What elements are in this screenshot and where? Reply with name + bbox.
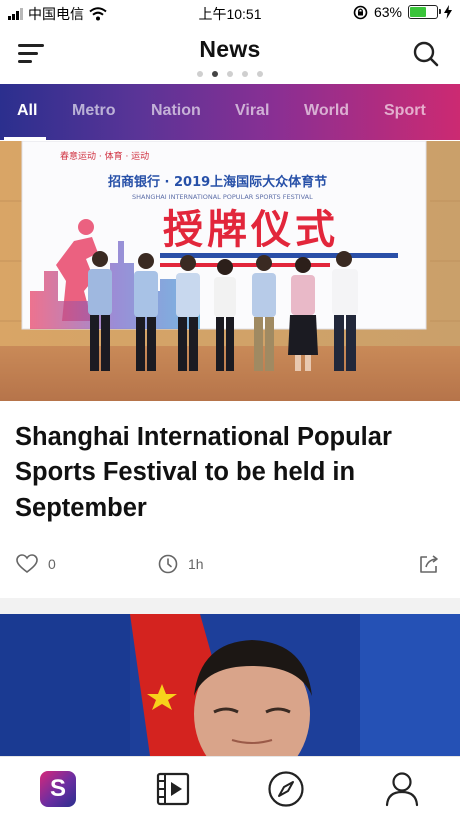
app-header: News xyxy=(0,26,460,84)
tab-all[interactable]: All xyxy=(17,84,37,140)
article-image-next[interactable] xyxy=(0,614,460,756)
page-dot xyxy=(227,71,233,77)
card-separator xyxy=(0,598,460,614)
press-conference-photo xyxy=(0,614,460,756)
banner-top-line: 招商银行 · 2019上海国际大众体育节 xyxy=(108,174,327,190)
banner-sponsor-text: 春意运动 · 体育 · 运动 xyxy=(60,150,149,162)
tab-nation[interactable]: Nation xyxy=(151,84,201,140)
share-icon xyxy=(420,555,438,573)
article-headline[interactable]: Shanghai International Popular Sports Fe… xyxy=(15,420,445,526)
nav-discover[interactable] xyxy=(266,769,306,809)
share-button[interactable] xyxy=(418,554,440,577)
page-indicator xyxy=(0,71,460,77)
page-dot-active xyxy=(212,71,218,77)
like-button[interactable]: 0 xyxy=(16,554,56,574)
battery-icon xyxy=(408,5,441,19)
clock-icon xyxy=(158,554,178,574)
search-icon xyxy=(413,41,439,67)
active-tab-indicator xyxy=(4,137,46,140)
ceremony-photo: 春意运动 · 体育 · 运动 招商银行 · 2019上海国际大众体育节 SHAN… xyxy=(0,141,460,401)
tab-world[interactable]: World xyxy=(304,84,349,140)
app-logo-icon: S xyxy=(40,771,76,807)
battery-percent: 63% xyxy=(373,4,402,20)
heart-icon xyxy=(16,554,38,574)
tab-sport[interactable]: Sport xyxy=(384,84,426,140)
category-tabs: All Metro Nation Viral World Sport xyxy=(0,84,460,140)
status-bar: 中国电信 上午10:51 63% xyxy=(0,0,460,26)
tab-metro[interactable]: Metro xyxy=(72,84,116,140)
search-button[interactable] xyxy=(412,40,440,68)
bottom-nav: S xyxy=(0,756,460,818)
page-dot xyxy=(242,71,248,77)
video-icon xyxy=(156,772,190,806)
compass-icon xyxy=(268,771,304,807)
publish-time: 1h xyxy=(158,554,204,574)
like-count: 0 xyxy=(48,556,56,572)
rotation-lock-icon xyxy=(353,5,368,19)
time-ago: 1h xyxy=(188,556,204,572)
nav-video[interactable] xyxy=(153,769,193,809)
banner-main-text: 授牌仪式 xyxy=(163,207,339,253)
article-image[interactable]: 春意运动 · 体育 · 运动 招商银行 · 2019上海国际大众体育节 SHAN… xyxy=(0,141,460,401)
nav-home[interactable]: S xyxy=(38,769,78,809)
article-meta: 0 1h xyxy=(0,552,460,582)
tab-viral[interactable]: Viral xyxy=(235,84,269,140)
page-dot xyxy=(197,71,203,77)
nav-profile[interactable] xyxy=(382,769,422,809)
banner-subtitle: SHANGHAI INTERNATIONAL POPULAR SPORTS FE… xyxy=(132,193,313,201)
page-dot xyxy=(257,71,263,77)
status-right: 63% xyxy=(353,4,452,20)
charging-icon xyxy=(444,5,452,19)
user-icon xyxy=(385,772,419,807)
page-title: News xyxy=(199,36,261,62)
